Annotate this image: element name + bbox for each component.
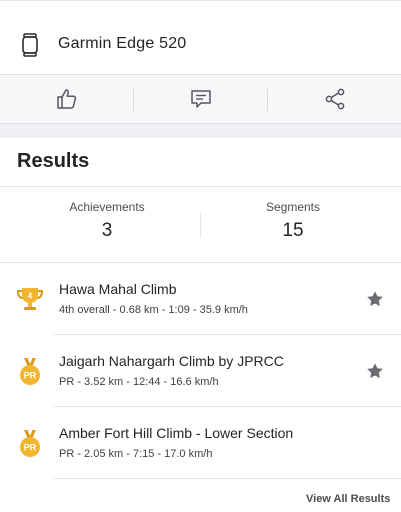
stat-value: 3 — [101, 220, 113, 241]
section-gap — [0, 124, 401, 138]
segment-row[interactable]: PR Amber Fort Hill Climb - Lower Section… — [0, 407, 401, 479]
thumbs-up-icon — [56, 89, 76, 109]
device-row[interactable]: Garmin Edge 520 — [0, 0, 401, 74]
star-icon[interactable] — [366, 362, 384, 380]
segment-name: Jaigarh Nahargarh Climb by JPRCC — [59, 353, 284, 369]
segment-name: Amber Fort Hill Climb - Lower Section — [59, 425, 294, 441]
results-title: Results — [17, 150, 90, 172]
pr-badge-text: PR — [24, 443, 37, 453]
watch-icon — [22, 33, 38, 57]
achievements-stat[interactable]: Achievements 3 — [7, 200, 207, 242]
device-name: Garmin Edge 520 — [58, 35, 187, 52]
comment-button[interactable] — [134, 75, 267, 123]
kudos-button[interactable] — [0, 75, 133, 123]
stat-label: Achievements — [69, 200, 145, 214]
stat-label: Segments — [265, 200, 321, 214]
comment-icon — [190, 90, 211, 108]
action-bar — [0, 74, 401, 124]
segment-row[interactable]: PR Jaigarh Nahargarh Climb by JPRCC PR -… — [0, 335, 401, 407]
pr-medal-icon: PR — [20, 430, 40, 457]
star-icon[interactable] — [366, 290, 384, 308]
trophy-icon: 4 — [16, 288, 44, 310]
segment-row[interactable]: 4 Hawa Mahal Climb 4th overall - 0.68 km… — [0, 263, 401, 335]
stat-value: 15 — [282, 220, 304, 241]
view-all-results-link[interactable]: View All Results — [306, 493, 390, 505]
trophy-rank: 4 — [28, 292, 33, 301]
row-divider — [54, 478, 401, 479]
segment-stats: 4th overall - 0.68 km - 1:09 - 35.9 km/h — [59, 304, 248, 316]
segment-stats: PR - 2.05 km - 7:15 - 17.0 km/h — [59, 448, 213, 460]
segment-stats: PR - 3.52 km - 12:44 - 16.6 km/h — [59, 376, 219, 388]
share-button[interactable] — [268, 75, 401, 123]
segment-name: Hawa Mahal Climb — [59, 281, 177, 297]
share-icon — [325, 88, 344, 110]
pr-badge-text: PR — [24, 371, 37, 381]
segments-stat[interactable]: Segments 15 — [193, 200, 393, 242]
pr-medal-icon: PR — [20, 358, 40, 385]
divider — [0, 186, 401, 187]
